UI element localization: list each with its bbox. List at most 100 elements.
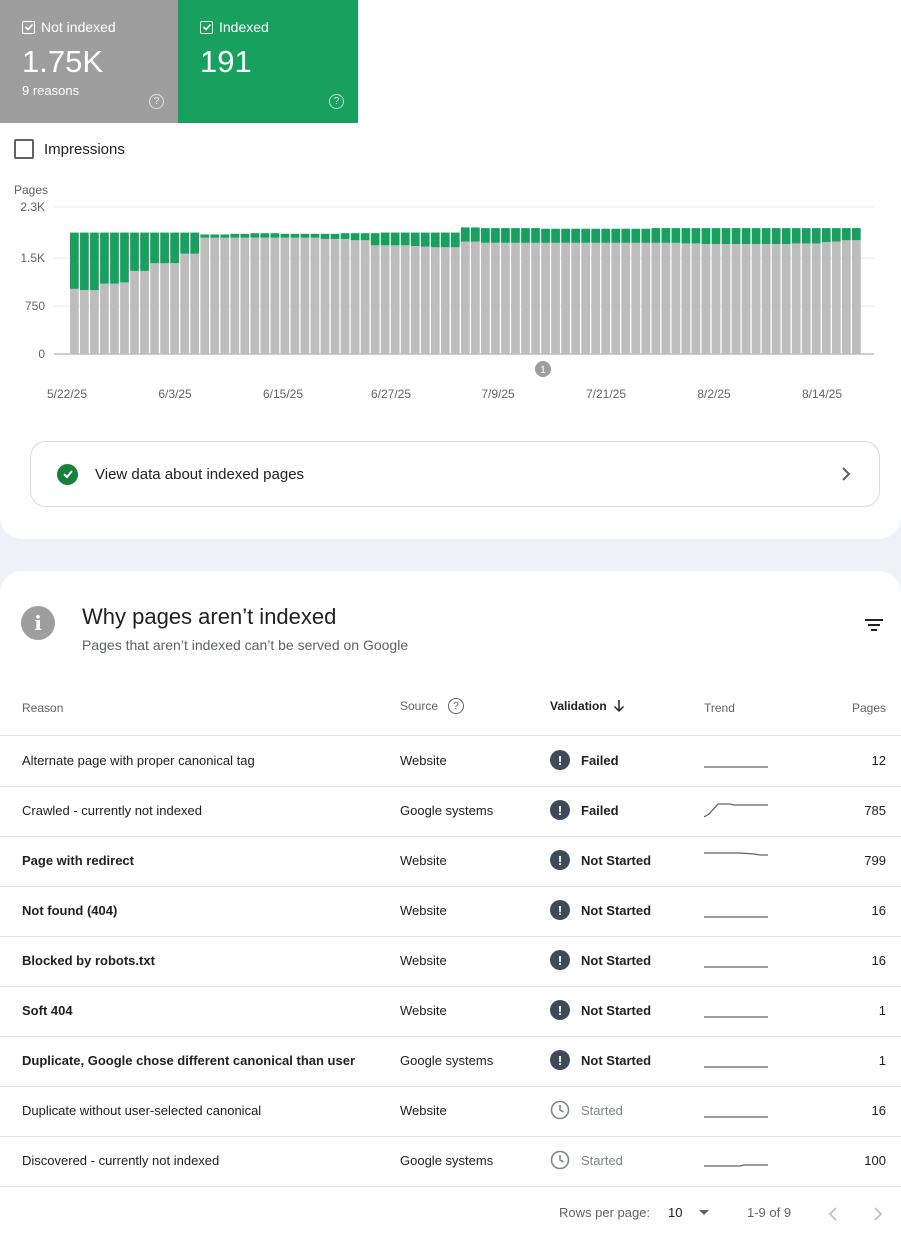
row-validation-status: Not Started: [581, 902, 652, 918]
dropdown-arrow-icon: [699, 1209, 710, 1215]
table-row[interactable]: Duplicate without user-selected canonica…: [0, 1087, 901, 1137]
bar-indexed: [400, 232, 410, 246]
bar-indexed: [140, 232, 149, 271]
row-source: Website: [400, 753, 447, 768]
table-row[interactable]: Blocked by robots.txt Website! Not Started…: [0, 937, 901, 987]
bar-indexed: [90, 232, 99, 291]
row-validation: Started: [550, 1150, 623, 1170]
row-reason: Soft 404: [22, 1003, 73, 1018]
chevron-right-icon[interactable]: [873, 1206, 883, 1222]
bar-indexed: [100, 232, 109, 284]
table-row[interactable]: Soft 404 Website! Not Started 1: [0, 987, 901, 1037]
checkbox-checked-icon[interactable]: [22, 20, 35, 34]
error-icon: !: [550, 1050, 570, 1070]
bar-not-indexed: [641, 242, 651, 354]
help-icon[interactable]: ?: [448, 698, 465, 714]
impressions-toggle[interactable]: Impressions: [14, 139, 125, 159]
filter-icon[interactable]: [864, 617, 884, 633]
indexed-count: 191: [200, 44, 252, 79]
bar-not-indexed: [541, 242, 550, 354]
header-reason[interactable]: Reason: [22, 701, 63, 715]
row-reason: Not found (404): [22, 903, 118, 918]
row-trend-sparkline: [703, 799, 770, 826]
bar-not-indexed: [671, 242, 681, 354]
row-source: Website: [400, 953, 447, 968]
bar-not-indexed: [100, 283, 109, 354]
bar-not-indexed: [521, 242, 530, 354]
row-pages: 1: [878, 1053, 886, 1068]
view-indexed-pages-link[interactable]: View data about indexed pages: [30, 441, 880, 507]
bar-not-indexed: [410, 245, 420, 354]
bar-not-indexed: [400, 245, 410, 354]
bar-indexed: [771, 228, 781, 245]
info-icon: i: [21, 606, 55, 640]
row-reason: Blocked by robots.txt: [22, 953, 155, 968]
bar-not-indexed: [190, 253, 200, 354]
bar-not-indexed: [180, 253, 190, 354]
checkbox-checked-icon[interactable]: [200, 20, 213, 34]
table-row[interactable]: Not found (404) Website! Not Started 16: [0, 887, 901, 937]
row-validation-status: Started: [581, 1102, 623, 1118]
row-validation: Started: [550, 1100, 623, 1120]
rows-per-page-label: Rows per page:: [559, 1205, 651, 1220]
chevron-right-icon: [842, 467, 851, 481]
bar-indexed: [460, 227, 470, 242]
row-reason: Page with redirect: [22, 853, 134, 868]
header-pages[interactable]: Pages: [852, 701, 886, 715]
help-icon[interactable]: ?: [329, 94, 344, 109]
checkbox-unchecked-icon[interactable]: [14, 139, 34, 159]
bar-indexed: [420, 232, 430, 247]
bar-not-indexed: [581, 242, 591, 354]
bar-indexed: [450, 232, 460, 248]
x-tick-label: 8/2/25: [697, 387, 731, 401]
bar-not-indexed: [701, 244, 711, 354]
table-row[interactable]: Duplicate, Google chose different canoni…: [0, 1037, 901, 1087]
bar-not-indexed: [741, 244, 751, 354]
bar-indexed: [120, 232, 129, 283]
rows-per-page-select[interactable]: 10: [668, 1205, 710, 1220]
table-row[interactable]: Discovered - currently not indexed Google…: [0, 1137, 901, 1187]
bar-indexed: [851, 228, 861, 241]
row-source: Website: [400, 1003, 447, 1018]
table-row[interactable]: Alternate page with proper canonical tag…: [0, 737, 901, 787]
indexed-tile[interactable]: Indexed 191 ?: [178, 0, 358, 123]
header-source[interactable]: Source ?: [400, 698, 465, 714]
chevron-left-icon[interactable]: [828, 1206, 838, 1222]
bar-not-indexed: [370, 245, 380, 354]
not-indexed-tile[interactable]: Not indexed 1.75K 9 reasons ?: [0, 0, 178, 123]
bar-indexed: [190, 232, 200, 254]
bar-indexed: [280, 233, 290, 238]
error-icon: !: [550, 850, 570, 870]
clock-icon: [550, 1100, 570, 1120]
row-trend-sparkline: [704, 999, 770, 1026]
bar-indexed: [831, 228, 841, 242]
bar-indexed: [511, 228, 520, 243]
clock-icon: [550, 1150, 570, 1170]
bar-not-indexed: [380, 245, 390, 354]
bar-indexed: [220, 234, 230, 238]
help-icon[interactable]: ?: [149, 94, 164, 109]
error-icon: !: [550, 900, 570, 920]
bar-not-indexed: [440, 247, 450, 354]
bar-not-indexed: [771, 244, 781, 354]
header-validation[interactable]: Validation: [550, 699, 625, 713]
bar-indexed: [250, 233, 260, 238]
bar-indexed: [521, 228, 530, 243]
bar-not-indexed: [831, 241, 841, 354]
bar-not-indexed: [841, 240, 851, 354]
table-row[interactable]: Crawled - currently not indexed Google sy…: [0, 787, 901, 837]
y-axis-label: Pages: [14, 183, 48, 197]
bar-not-indexed: [240, 237, 250, 354]
error-icon: !: [550, 1000, 570, 1020]
table-row[interactable]: Page with redirect Website! Not Started 799: [0, 837, 901, 887]
bar-indexed: [561, 228, 570, 243]
x-tick-label: 6/3/25: [158, 387, 192, 401]
error-icon: !: [550, 800, 570, 820]
bar-indexed: [390, 232, 400, 246]
bar-not-indexed: [731, 244, 741, 354]
row-pages: 799: [864, 853, 886, 868]
bar-indexed: [290, 233, 300, 238]
page-range: 1-9 of 9: [747, 1205, 792, 1220]
bar-not-indexed: [200, 237, 210, 354]
bar-not-indexed: [80, 290, 89, 354]
